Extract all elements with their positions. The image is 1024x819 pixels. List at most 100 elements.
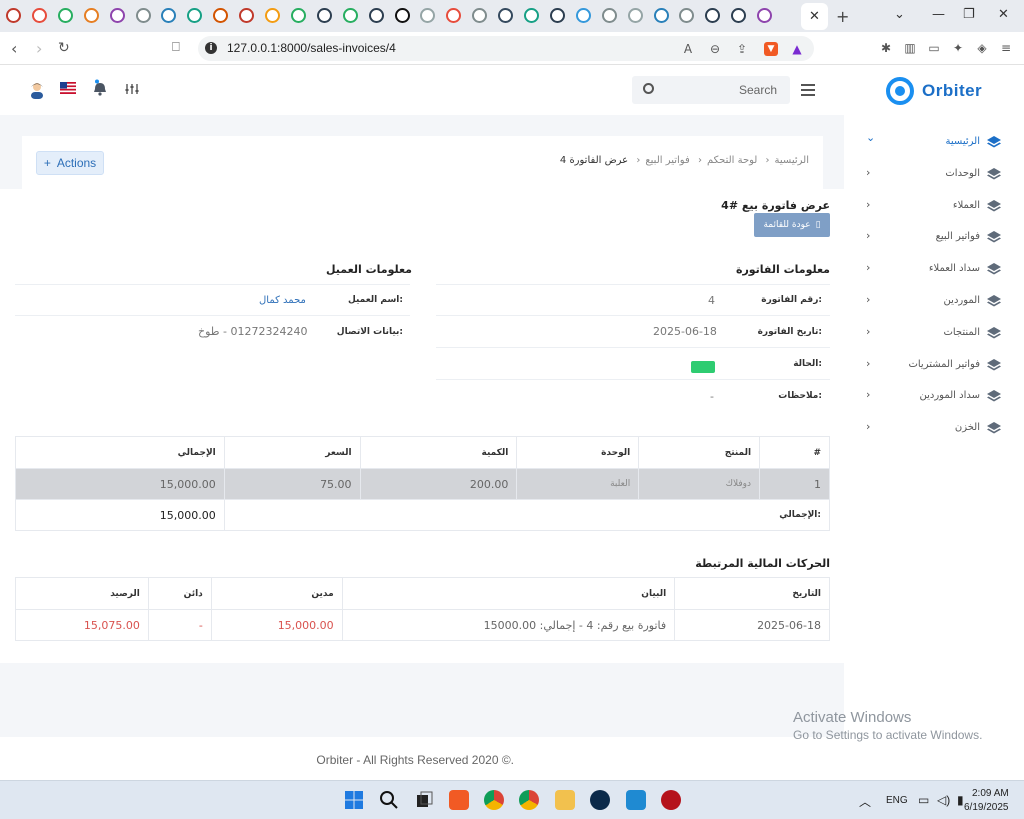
- sidebar-item[interactable]: › فواتير البيع: [844, 226, 1024, 250]
- tab-favicon-icon[interactable]: [627, 8, 643, 23]
- breadcrumb-home[interactable]: الرئيسية: [775, 155, 809, 166]
- hamburger-menu-icon[interactable]: [801, 84, 815, 99]
- brand-name: Orbiter: [922, 81, 983, 100]
- tab-favicon-icon[interactable]: [679, 8, 695, 23]
- back-icon[interactable]: ‹: [11, 39, 17, 58]
- breadcrumb-dashboard[interactable]: لوحة التحكم: [707, 155, 757, 166]
- vpn-icon[interactable]: ◈: [975, 41, 989, 55]
- actions-button[interactable]: + Actions: [36, 151, 104, 175]
- battery-icon[interactable]: ▮: [957, 793, 964, 807]
- wallet-icon[interactable]: ▭: [927, 41, 941, 55]
- reload-icon[interactable]: ↻: [58, 40, 70, 56]
- tab-favicon-icon[interactable]: [342, 8, 358, 23]
- tab-favicon-icon[interactable]: [757, 8, 773, 23]
- minimize-icon[interactable]: —: [932, 7, 945, 22]
- tray-chevron-icon[interactable]: ︿: [859, 793, 871, 810]
- tab-favicon-icon[interactable]: [161, 8, 177, 23]
- file-explorer-icon[interactable]: [555, 790, 575, 810]
- breadcrumb-sales-invoices[interactable]: فواتير البيع: [645, 155, 689, 166]
- tab-favicon-icon[interactable]: [213, 8, 229, 23]
- sidebar-item[interactable]: › الموردين: [844, 290, 1024, 314]
- sidebar-item[interactable]: › فواتير المشتريات: [844, 354, 1024, 378]
- windows-start-icon[interactable]: [344, 790, 364, 810]
- tab-favicon-icon[interactable]: [135, 8, 151, 23]
- tab-close-icon[interactable]: ✕: [801, 3, 828, 30]
- brave-rewards-icon[interactable]: ▲: [790, 42, 804, 56]
- tab-favicon-icon[interactable]: [705, 8, 721, 23]
- tab-favicon-icon[interactable]: [368, 8, 384, 23]
- task-view-icon[interactable]: [414, 790, 434, 810]
- tab-favicon-icon[interactable]: [731, 8, 747, 23]
- search-input[interactable]: Search: [632, 76, 790, 104]
- sidebar-toggle-icon[interactable]: ▥: [903, 41, 917, 55]
- tab-favicon-icon[interactable]: [31, 8, 47, 23]
- tab-favicon-icon[interactable]: [265, 8, 280, 23]
- tab-favicon-icon[interactable]: [575, 8, 591, 23]
- app-c-icon[interactable]: [590, 790, 610, 810]
- sidebar-item-label: فواتير البيع: [935, 231, 980, 243]
- back-to-list-button[interactable]: عودة للقائمة ▯: [754, 213, 830, 237]
- share-icon[interactable]: ⇪: [735, 42, 749, 56]
- tab-favicon-icon[interactable]: [239, 8, 255, 23]
- tab-favicon-icon[interactable]: [498, 8, 514, 23]
- sidebar-item[interactable]: › سداد الموردين: [844, 385, 1024, 409]
- sidebar: ⌄ الرئيسية › الوحدات › العملاء › فواتير البيع › س…: [844, 115, 1024, 780]
- tab-favicon-icon[interactable]: [6, 8, 21, 23]
- vscode-icon[interactable]: [626, 790, 646, 810]
- tab-favicon-icon[interactable]: [316, 8, 332, 23]
- tab-favicon-icon[interactable]: [394, 8, 410, 23]
- settings-sliders-icon[interactable]: [124, 81, 142, 99]
- brand-logo[interactable]: Orbiter: [886, 77, 982, 105]
- url-field[interactable]: i 127.0.0.1:8000/sales-invoices/4 A ⊖ ⇪ …: [198, 36, 814, 61]
- tab-favicon-icon[interactable]: [420, 8, 436, 23]
- chrome-profile-m-icon[interactable]: [484, 790, 504, 810]
- search-icon[interactable]: [379, 790, 399, 810]
- tab-favicon-icon[interactable]: [601, 8, 617, 23]
- leo-ai-icon[interactable]: ✦: [951, 41, 965, 55]
- tab-favicon-icon[interactable]: [446, 8, 462, 23]
- tab-search-chevron-icon[interactable]: ⌄: [894, 7, 905, 22]
- new-tab-button[interactable]: +: [836, 7, 849, 26]
- clock-time[interactable]: 2:09 AM: [972, 788, 1009, 799]
- status-label: الحالة:: [793, 359, 822, 369]
- chrome-icon[interactable]: [519, 790, 539, 810]
- menu-icon[interactable]: ≡: [999, 41, 1013, 55]
- tab-favicon-icon[interactable]: [109, 8, 125, 23]
- network-icon[interactable]: ▭: [918, 793, 929, 807]
- translate-icon[interactable]: A: [681, 42, 695, 56]
- tab-favicon-icon[interactable]: [549, 8, 565, 23]
- forward-icon[interactable]: ›: [36, 39, 42, 58]
- tab-favicon-icon[interactable]: [187, 8, 203, 23]
- tab-favicon-icon[interactable]: [472, 8, 488, 23]
- maximize-icon[interactable]: ❐: [963, 7, 975, 22]
- sidebar-item[interactable]: › سداد العملاء: [844, 258, 1024, 282]
- site-info-icon[interactable]: i: [205, 42, 217, 54]
- tab-favicon-icon[interactable]: [524, 8, 539, 23]
- sidebar-item[interactable]: ⌄ الرئيسية: [844, 131, 1024, 155]
- sidebar-item[interactable]: › المنتجات: [844, 322, 1024, 346]
- extensions-icon[interactable]: ✱: [879, 41, 893, 55]
- notification-bell-icon[interactable]: [93, 79, 111, 97]
- user-avatar-icon[interactable]: [28, 81, 46, 99]
- sidebar-item[interactable]: › العملاء: [844, 195, 1024, 219]
- table-row[interactable]: 15,075.00 - 15,000.00 فاتورة بيع رقم: 4 …: [15, 609, 830, 641]
- tab-favicon-icon[interactable]: [290, 8, 306, 23]
- volume-icon[interactable]: ◁): [937, 793, 950, 807]
- table-row[interactable]: 15,000.00 75.00 200.00 العلبة دوفلاك 1: [15, 468, 830, 500]
- us-flag-icon[interactable]: [60, 82, 76, 96]
- language-indicator[interactable]: ENG: [886, 795, 908, 806]
- window-close-icon[interactable]: ✕: [998, 7, 1009, 22]
- bookmark-icon[interactable]: ⎕: [172, 40, 180, 55]
- tab-favicon-icon[interactable]: [83, 8, 99, 23]
- app-red-icon[interactable]: [661, 790, 681, 810]
- zoom-icon[interactable]: ⊖: [708, 42, 722, 56]
- brave-browser-icon[interactable]: [449, 790, 469, 810]
- search-icon: [643, 83, 654, 94]
- sidebar-item[interactable]: › الوحدات: [844, 163, 1024, 187]
- tab-favicon-icon[interactable]: [653, 8, 669, 23]
- customer-name-link[interactable]: محمد كمال: [259, 295, 306, 306]
- sidebar-item[interactable]: › الخزن: [844, 417, 1024, 441]
- clock-date[interactable]: 6/19/2025: [964, 802, 1009, 813]
- tab-favicon-icon[interactable]: [57, 8, 73, 23]
- brave-shield-icon[interactable]: ▼: [764, 42, 778, 56]
